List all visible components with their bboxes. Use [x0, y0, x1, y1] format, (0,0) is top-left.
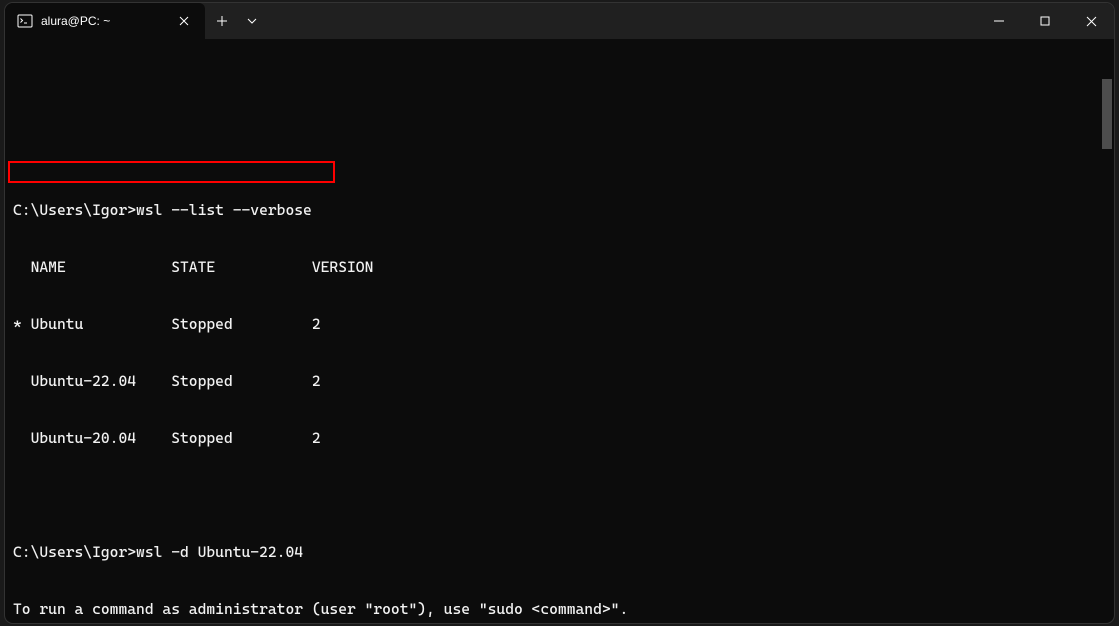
command-line: C:\Users\Igor>wsl --list --verbose	[13, 201, 1106, 220]
table-header: NAME STATE VERSION	[13, 258, 1106, 277]
tab-active[interactable]: alura@PC: ~	[5, 3, 205, 39]
tab-close-button[interactable]	[175, 12, 193, 30]
window-controls	[976, 3, 1114, 39]
titlebar-drag-area[interactable]	[265, 3, 976, 39]
output-line	[13, 144, 1106, 163]
table-row: Ubuntu-22.04 Stopped 2	[13, 372, 1106, 391]
tab-title: alura@PC: ~	[41, 14, 167, 28]
prompt-text: C:\Users\Igor>	[13, 543, 136, 561]
prompt-text: C:\Users\Igor>	[13, 201, 136, 219]
scrollbar-thumb[interactable]	[1102, 79, 1112, 149]
minimize-button[interactable]	[976, 3, 1022, 39]
new-tab-button[interactable]	[205, 3, 239, 39]
maximize-button[interactable]	[1022, 3, 1068, 39]
command-line: C:\Users\Igor>wsl -d Ubuntu-22.04	[13, 543, 1106, 562]
terminal-window: alura@PC: ~ C:\Users\Igor>	[5, 3, 1114, 623]
table-row: * Ubuntu Stopped 2	[13, 315, 1106, 334]
output-line: To run a command as administrator (user …	[13, 600, 1106, 619]
highlight-annotation	[8, 161, 335, 183]
titlebar: alura@PC: ~	[5, 3, 1114, 39]
terminal-icon	[17, 13, 33, 29]
blank-line	[13, 486, 1106, 505]
table-row: Ubuntu-20.04 Stopped 2	[13, 429, 1106, 448]
close-button[interactable]	[1068, 3, 1114, 39]
command-text: wsl -d Ubuntu-22.04	[136, 543, 303, 561]
terminal-content[interactable]: C:\Users\Igor>wsl --list --verbose NAME …	[5, 39, 1114, 623]
command-text: wsl --list --verbose	[136, 201, 312, 219]
tab-dropdown-button[interactable]	[239, 3, 265, 39]
